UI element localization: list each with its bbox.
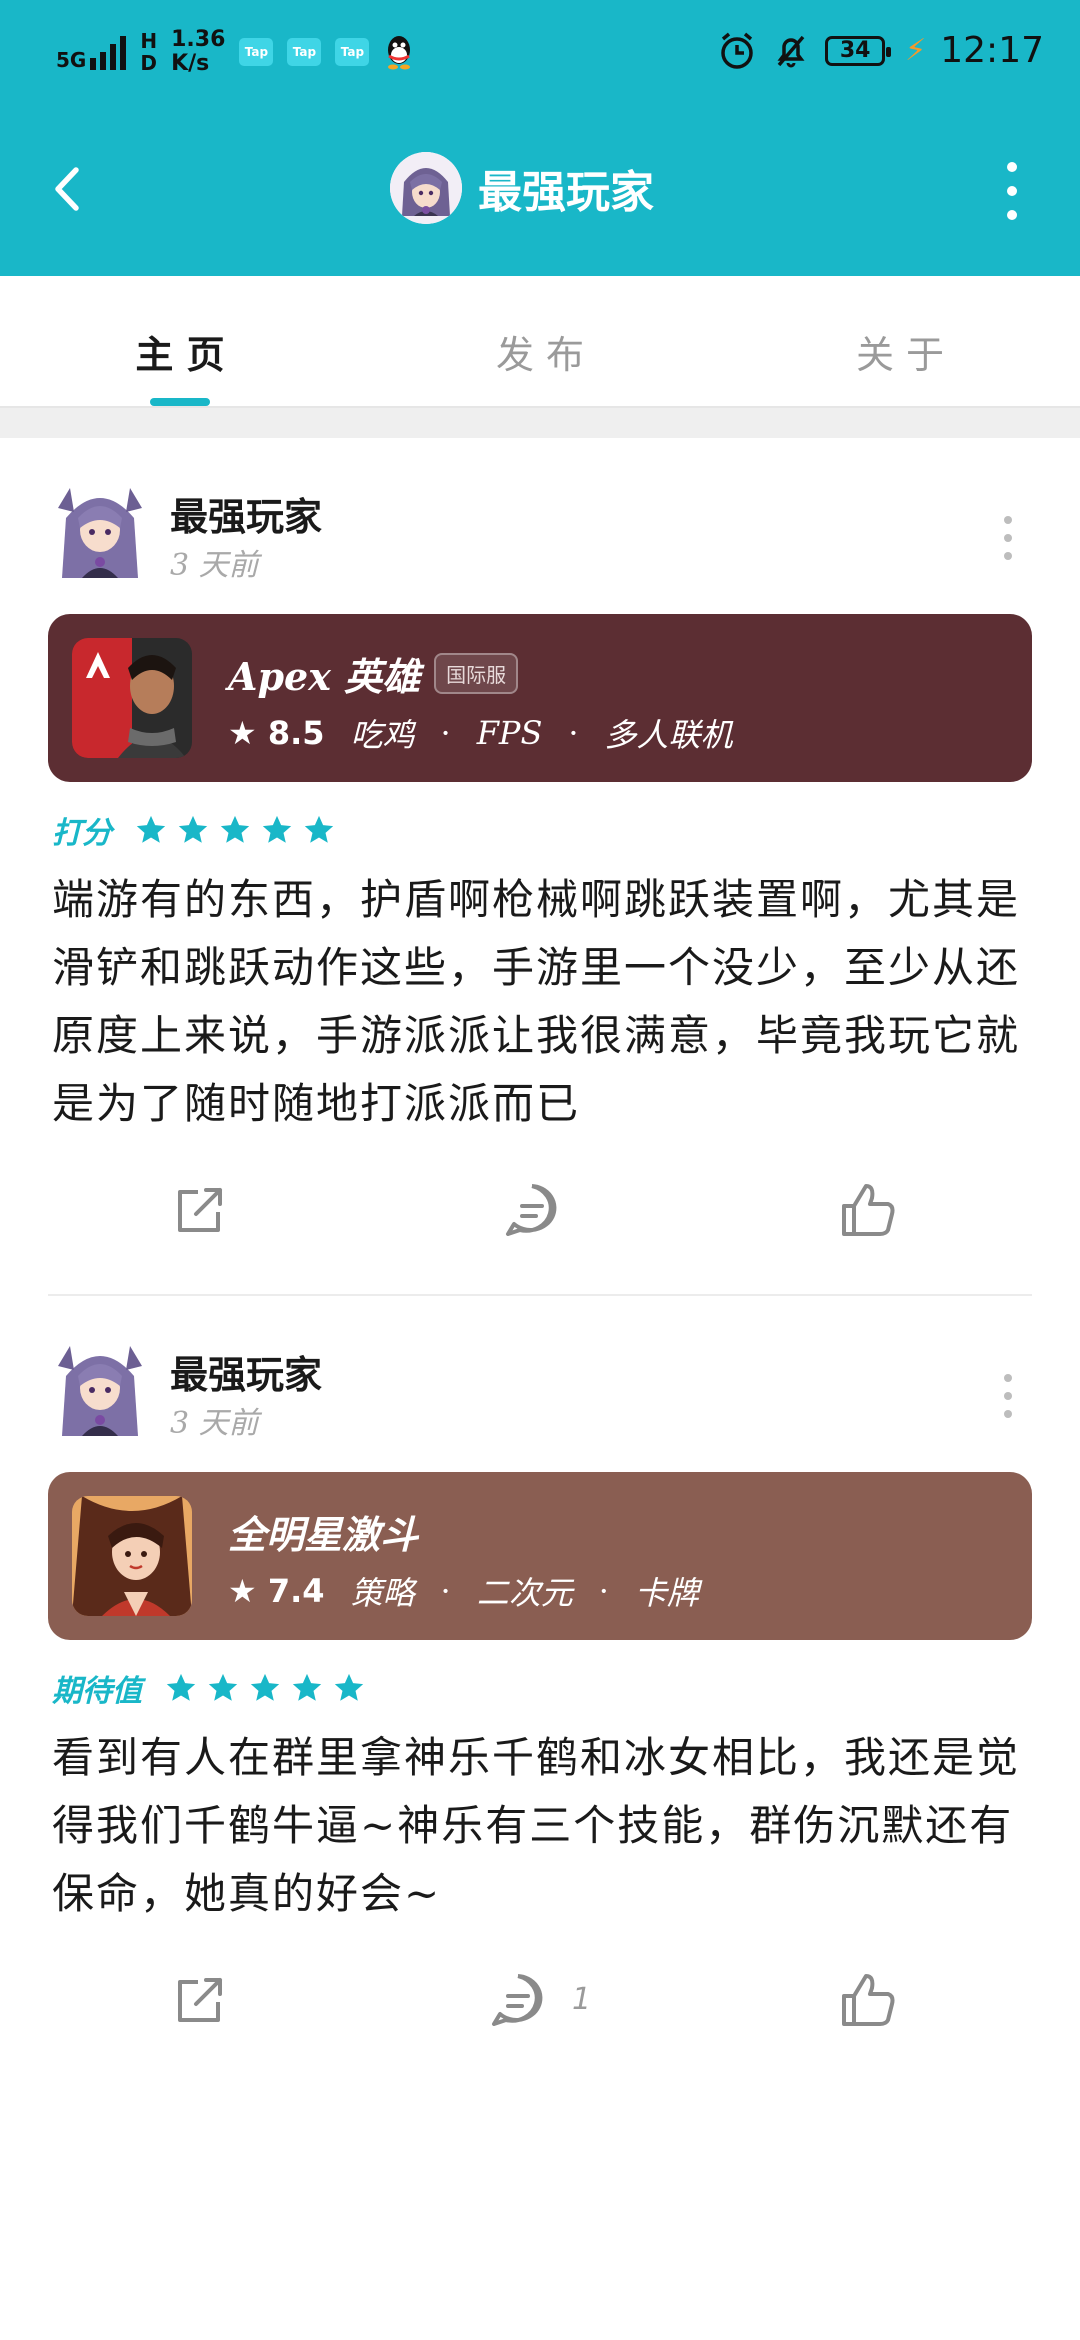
post-divider: [48, 1294, 1032, 1296]
active-tab-indicator: [150, 398, 210, 406]
tab-home[interactable]: 主 页: [0, 324, 360, 379]
battery-icon: 34: [825, 35, 892, 66]
comment-button[interactable]: [500, 1178, 580, 1258]
net-speed: 1.36 K/s: [171, 27, 226, 76]
post-more-icon[interactable]: [1002, 516, 1014, 566]
share-icon: [178, 1188, 222, 1232]
thumbs-up-icon: [842, 1974, 895, 2026]
game-name-row: Apex 英雄 国际服: [228, 646, 519, 701]
taptap-icon: Tap: [239, 38, 274, 66]
post-time: 3 天前: [170, 1406, 259, 1441]
back-arrow-icon[interactable]: [44, 164, 94, 214]
like-button[interactable]: [836, 1178, 916, 1258]
status-time: 12:17: [940, 30, 1044, 71]
top-bar: 5G H D 1.36 K/s Tap Tap Tap 34 ⚡ 12:17 最…: [0, 0, 1080, 276]
profile-header: 最强玩家: [0, 140, 1080, 240]
section-separator: [0, 408, 1080, 438]
share-button[interactable]: [168, 1968, 248, 2048]
star-icon: [250, 1673, 280, 1701]
rating-label: 打分: [52, 816, 112, 851]
star-icon: [208, 1673, 238, 1701]
more-options-icon[interactable]: [1004, 162, 1020, 220]
game-name: 全明星激斗: [228, 1512, 419, 1557]
rating-row: 打分: [52, 808, 336, 852]
comment-count: 1: [572, 1982, 592, 2017]
star-icon: [292, 1673, 322, 1701]
page-title: 最强玩家: [478, 167, 654, 218]
tab-bar: 主 页 发 布 关 于: [0, 276, 1080, 408]
taptap-icon: Tap: [287, 38, 322, 66]
post-actions: 1: [0, 1968, 1080, 2048]
network-type: 5G: [56, 48, 87, 72]
qq-icon: [388, 36, 411, 70]
game-card[interactable]: 全明星激斗 ★ 7.4 策略 · 二次元 · 卡牌: [48, 1472, 1032, 1640]
mute-bell-icon: [777, 35, 805, 67]
like-button[interactable]: [836, 1968, 916, 2048]
game-tag: 策略: [350, 1574, 415, 1612]
game-meta: ★ 8.5 吃鸡 · FPS · 多人联机: [228, 710, 733, 756]
game-score: ★ 8.5: [228, 714, 325, 752]
share-button[interactable]: [168, 1178, 248, 1258]
rating-row: 期待值: [52, 1666, 366, 1710]
post-author: 最强玩家 3 天前: [48, 478, 948, 588]
post-text[interactable]: 端游有的东西，护盾啊枪械啊跳跃装置啊，尤其是滑铲和跳跃动作这些，手游里一个没少，…: [52, 866, 1032, 1138]
author-name[interactable]: 最强玩家: [170, 486, 322, 541]
comment-icon: [506, 1184, 557, 1236]
author-name[interactable]: 最强玩家: [170, 1344, 322, 1399]
taptap-icon: Tap: [335, 38, 370, 66]
server-badge: 国际服: [434, 653, 519, 694]
battery-level: 34: [839, 38, 871, 63]
header-title-group: 最强玩家: [390, 152, 654, 224]
post-author: 最强玩家 3 天前: [48, 1336, 948, 1446]
tab-posts[interactable]: 发 布: [360, 324, 720, 379]
alarm-icon: [721, 32, 753, 69]
star-icon: [304, 815, 334, 843]
avatar[interactable]: [52, 478, 148, 582]
comment-icon: [492, 1974, 543, 2026]
signal-bars-icon: [90, 34, 127, 70]
game-tag: FPS: [476, 714, 543, 752]
rating-label: 期待值: [52, 1674, 142, 1709]
avatar[interactable]: [390, 152, 462, 224]
game-tag: 二次元: [476, 1574, 573, 1612]
star-icon: [166, 1673, 196, 1701]
game-icon: [72, 1496, 192, 1616]
status-bar: 5G H D 1.36 K/s Tap Tap Tap 34 ⚡ 12:17: [0, 0, 1080, 110]
game-score: ★ 7.4: [228, 1572, 325, 1610]
game-meta: ★ 7.4 策略 · 二次元 · 卡牌: [228, 1568, 699, 1614]
game-name: Apex 英雄: [228, 654, 421, 699]
avatar[interactable]: [52, 1336, 148, 1440]
hd-indicator: H D: [140, 29, 158, 75]
star-icon: [136, 815, 166, 843]
game-tag: 卡牌: [634, 1574, 699, 1612]
game-tag: 吃鸡: [350, 716, 415, 754]
star-icon: [262, 815, 292, 843]
post-time: 3 天前: [170, 548, 259, 583]
post-text[interactable]: 看到有人在群里拿神乐千鹤和冰女相比，我还是觉得我们千鹤牛逼~神乐有三个技能，群伤…: [52, 1724, 1032, 1928]
thumbs-up-icon: [842, 1184, 895, 1236]
game-icon: [72, 638, 192, 758]
game-card[interactable]: Apex 英雄 国际服 ★ 8.5 吃鸡 · FPS · 多人联机: [48, 614, 1032, 782]
post-actions: [0, 1178, 1080, 1258]
charging-icon: ⚡: [905, 33, 927, 68]
tab-about[interactable]: 关 于: [720, 324, 1080, 379]
star-icon: [334, 1673, 364, 1701]
star-icon: [220, 815, 250, 843]
comment-button[interactable]: [486, 1968, 566, 2048]
star-icon: [178, 815, 208, 843]
game-tag: 多人联机: [604, 716, 733, 754]
share-icon: [178, 1978, 222, 2022]
signal-indicator: 5G: [56, 34, 127, 72]
post-more-icon[interactable]: [1002, 1374, 1014, 1424]
game-name-row: 全明星激斗: [228, 1504, 418, 1559]
